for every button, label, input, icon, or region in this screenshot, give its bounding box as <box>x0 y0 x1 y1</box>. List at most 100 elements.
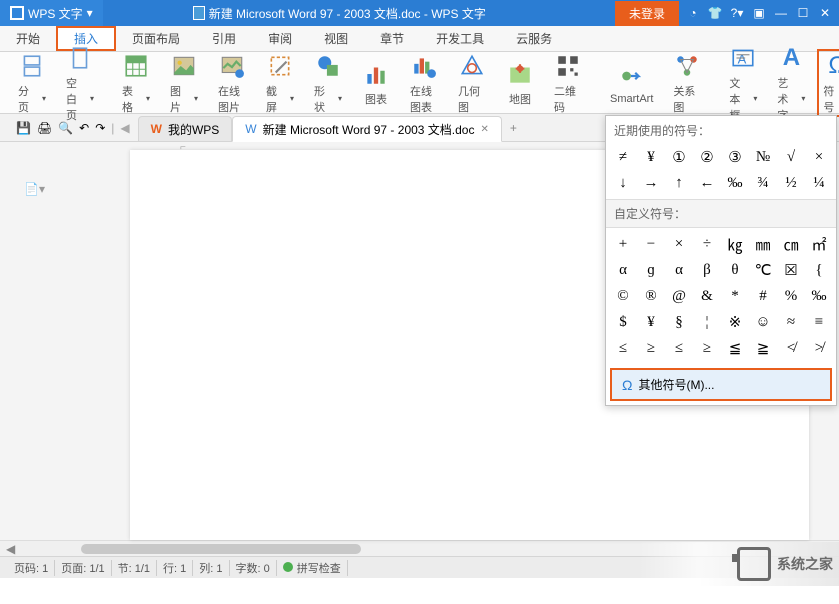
symbol-cell[interactable]: ㎜ <box>749 231 777 257</box>
geometry-button[interactable]: 几何图 <box>450 49 494 117</box>
symbol-cell[interactable]: § <box>665 309 693 335</box>
symbol-cell[interactable]: ≤ <box>665 335 693 361</box>
undo-icon[interactable]: ↶ <box>79 121 89 135</box>
tab-chapter[interactable]: 章节 <box>364 26 420 51</box>
tab-page-layout[interactable]: 页面布局 <box>116 26 196 51</box>
symbol-cell[interactable]: ≠ <box>609 144 637 170</box>
picture-button[interactable]: 图片 <box>162 49 206 117</box>
restore-icon[interactable]: ▣ <box>751 5 767 21</box>
status-col[interactable]: 列: 1 <box>193 560 229 576</box>
tshirt-icon[interactable]: 👕 <box>707 5 723 21</box>
save-icon[interactable]: 💾 <box>16 121 31 135</box>
more-symbols-button[interactable]: Ω 其他符号(M)... <box>610 368 832 401</box>
symbol-cell[interactable]: ① <box>665 144 693 170</box>
wordart-button[interactable]: A 艺术字 <box>769 41 813 125</box>
symbol-cell[interactable]: θ <box>721 257 749 283</box>
symbol-cell[interactable]: ☒ <box>777 257 805 283</box>
symbol-cell[interactable]: # <box>749 283 777 309</box>
minimize-icon[interactable]: — <box>773 5 789 21</box>
symbol-cell[interactable]: β <box>693 257 721 283</box>
symbol-cell[interactable]: ≯ <box>805 335 833 361</box>
symbol-cell[interactable]: ℃ <box>749 257 777 283</box>
symbol-button[interactable]: Ω 符号 <box>817 49 839 117</box>
scrollbar-thumb[interactable] <box>81 544 361 554</box>
doc-tab-active[interactable]: W 新建 Microsoft Word 97 - 2003 文档.doc ✕ <box>232 116 502 142</box>
symbol-cell[interactable]: ☺ <box>749 309 777 335</box>
symbol-cell[interactable]: $ <box>609 309 637 335</box>
symbol-cell[interactable]: * <box>721 283 749 309</box>
print-icon[interactable]: 🖨 <box>37 121 52 135</box>
symbol-cell[interactable]: ㎡ <box>805 231 833 257</box>
status-line[interactable]: 行: 1 <box>157 560 193 576</box>
smartart-button[interactable]: SmartArt <box>602 59 661 107</box>
relation-diagram-button[interactable]: 关系图 <box>665 49 709 117</box>
status-words[interactable]: 字数: 0 <box>230 560 277 576</box>
symbol-cell[interactable]: ≦ <box>721 335 749 361</box>
symbol-cell[interactable]: ※ <box>721 309 749 335</box>
symbol-cell[interactable]: ¦ <box>693 309 721 335</box>
horizontal-scrollbar[interactable]: ◀ <box>0 540 839 556</box>
symbol-cell[interactable]: √ <box>777 144 805 170</box>
chart-button[interactable]: 图表 <box>354 57 398 109</box>
status-page[interactable]: 页码: 1 <box>8 560 55 576</box>
symbol-cell[interactable]: ㎝ <box>777 231 805 257</box>
screenshot-button[interactable]: 截屏 <box>258 49 302 117</box>
symbol-cell[interactable]: ≥ <box>637 335 665 361</box>
symbol-cell[interactable]: ≥ <box>693 335 721 361</box>
online-picture-button[interactable]: 在线图片 <box>210 49 254 117</box>
add-tab-button[interactable]: + <box>510 121 517 135</box>
symbol-cell[interactable]: ≤ <box>609 335 637 361</box>
login-button[interactable]: 未登录 <box>615 1 679 26</box>
tab-dev-tools[interactable]: 开发工具 <box>420 26 500 51</box>
close-tab-icon[interactable]: ✕ <box>480 124 488 135</box>
symbol-cell[interactable]: ½ <box>777 170 805 196</box>
symbol-cell[interactable]: № <box>749 144 777 170</box>
symbol-cell[interactable]: × <box>805 144 833 170</box>
tab-reference[interactable]: 引用 <box>196 26 252 51</box>
symbol-cell[interactable]: − <box>637 231 665 257</box>
blank-page-button[interactable]: 空白页 <box>58 41 102 125</box>
symbol-cell[interactable]: ㎏ <box>721 231 749 257</box>
symbol-cell[interactable]: ɡ <box>637 257 665 283</box>
symbol-cell[interactable]: ¥ <box>637 144 665 170</box>
doc-tab-mywps[interactable]: W 我的WPS <box>138 116 233 142</box>
symbol-cell[interactable]: ≡ <box>805 309 833 335</box>
symbol-cell[interactable]: α <box>665 257 693 283</box>
tab-review[interactable]: 审阅 <box>252 26 308 51</box>
shapes-button[interactable]: 形状 <box>306 49 350 117</box>
symbol-cell[interactable]: ¼ <box>805 170 833 196</box>
close-icon[interactable]: ✕ <box>817 5 833 21</box>
symbol-cell[interactable]: ¾ <box>749 170 777 196</box>
symbol-cell[interactable]: ‰ <box>721 170 749 196</box>
nav-page-icon[interactable]: 📄▾ <box>24 182 94 196</box>
symbol-cell[interactable]: ③ <box>721 144 749 170</box>
symbol-cell[interactable]: ¥ <box>637 309 665 335</box>
symbol-cell[interactable]: ↓ <box>609 170 637 196</box>
symbol-cell[interactable]: ® <box>637 283 665 309</box>
symbol-cell[interactable]: ② <box>693 144 721 170</box>
app-menu[interactable]: WPS 文字 ▾ <box>0 0 103 26</box>
status-section[interactable]: 节: 1/1 <box>112 560 157 576</box>
qr-code-button[interactable]: 二维码 <box>546 49 590 117</box>
tab-view[interactable]: 视图 <box>308 26 364 51</box>
skin-icon[interactable]: ◔ <box>685 5 701 21</box>
tab-start[interactable]: 开始 <box>0 26 56 51</box>
symbol-cell[interactable]: @ <box>665 283 693 309</box>
textbox-button[interactable]: A 文本框 <box>721 41 765 125</box>
symbol-cell[interactable]: α <box>609 257 637 283</box>
symbol-cell[interactable]: → <box>637 170 665 196</box>
page-break-button[interactable]: 分页 <box>10 49 54 117</box>
symbol-cell[interactable]: ← <box>693 170 721 196</box>
symbol-cell[interactable]: × <box>665 231 693 257</box>
symbol-cell[interactable]: ↑ <box>665 170 693 196</box>
symbol-cell[interactable]: & <box>693 283 721 309</box>
maximize-icon[interactable]: ☐ <box>795 5 811 21</box>
status-spell[interactable]: 拼写检查 <box>277 560 348 576</box>
table-button[interactable]: 表格 <box>114 49 158 117</box>
redo-icon[interactable]: ↷ <box>95 121 105 135</box>
preview-icon[interactable]: 🔍 <box>58 121 73 135</box>
symbol-cell[interactable]: ≧ <box>749 335 777 361</box>
symbol-cell[interactable]: ‰ <box>805 283 833 309</box>
tab-cloud[interactable]: 云服务 <box>500 26 568 51</box>
symbol-cell[interactable]: % <box>777 283 805 309</box>
